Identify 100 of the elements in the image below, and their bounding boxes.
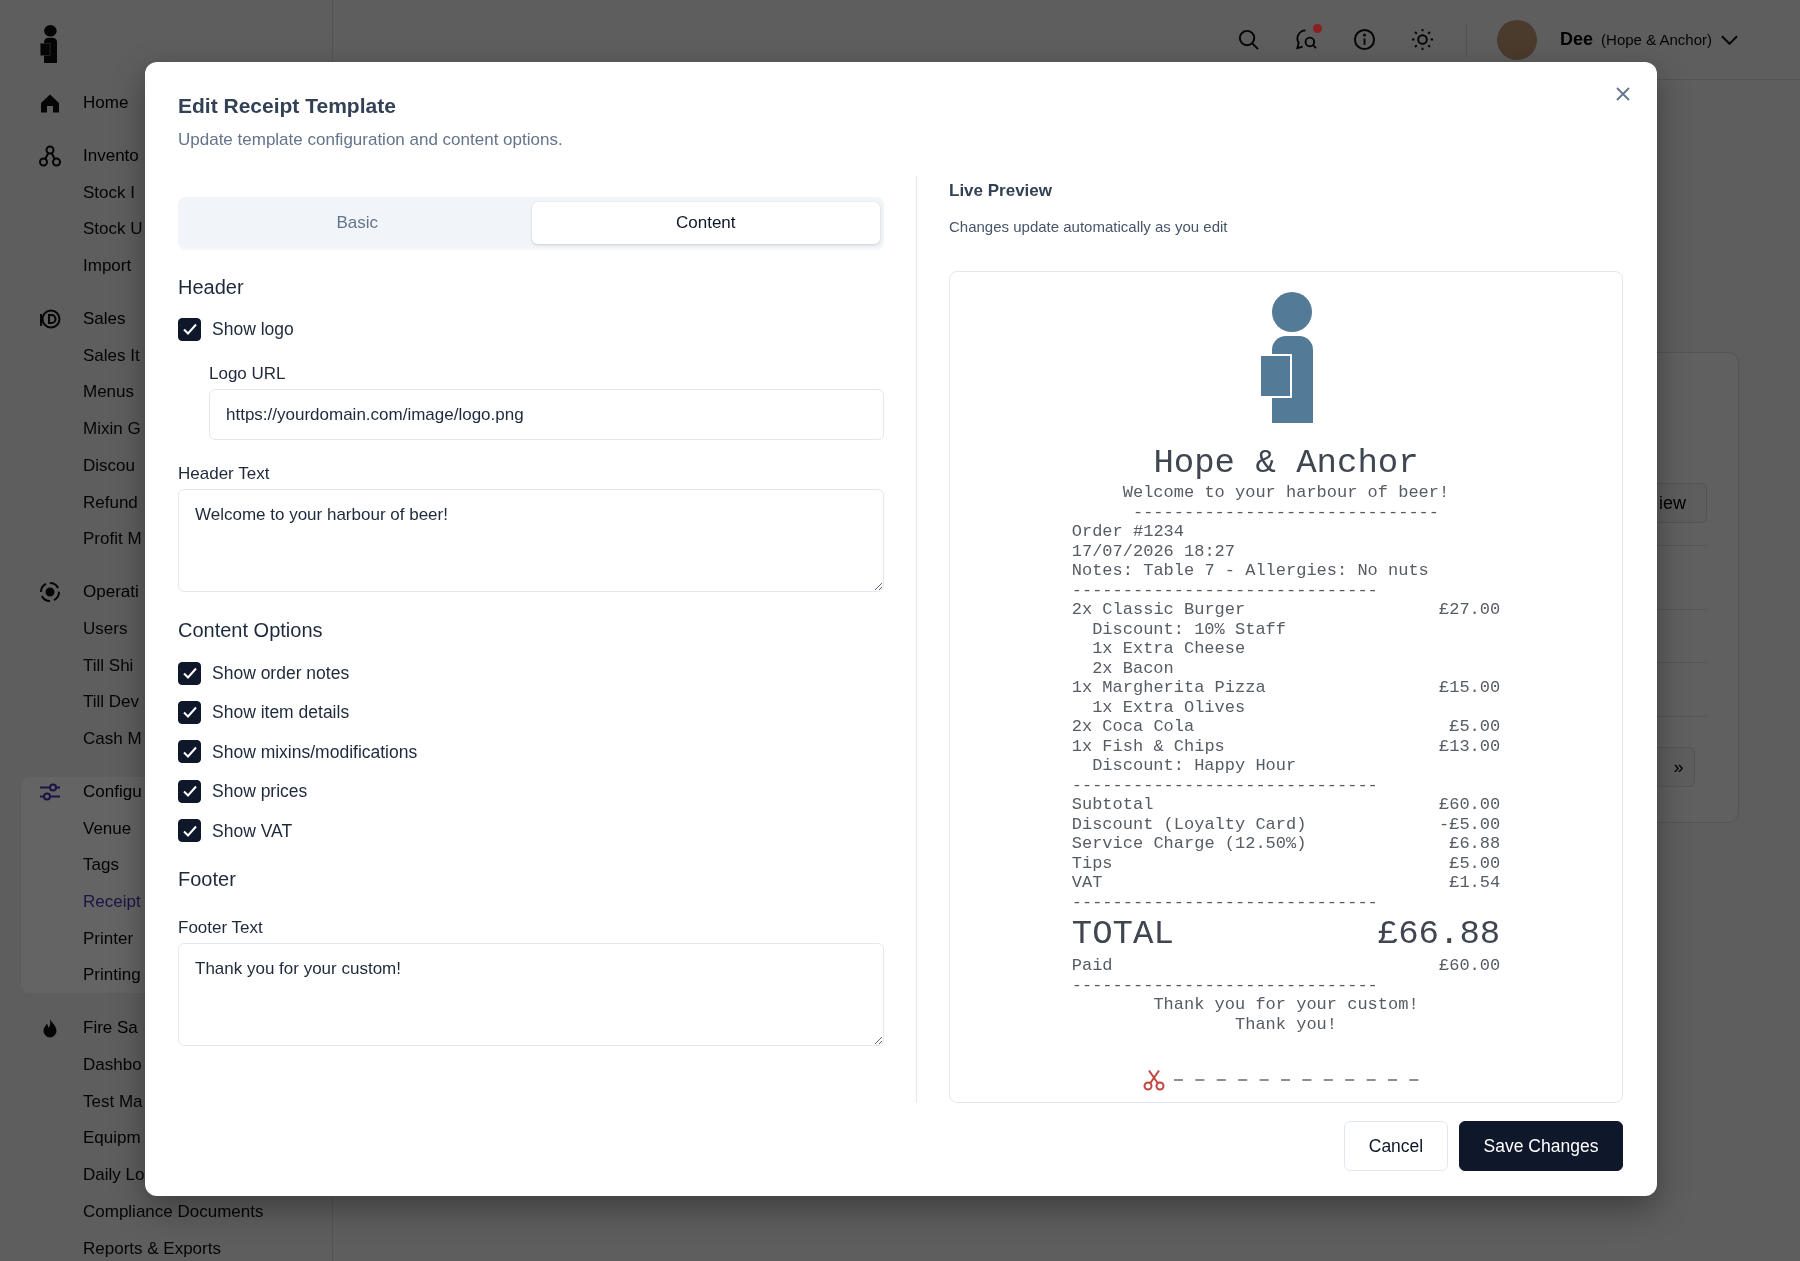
checkbox-label: Show VAT — [212, 819, 293, 843]
person-logo-icon — [1259, 292, 1313, 423]
nav-subitem[interactable]: Printing — [83, 964, 141, 987]
check-icon — [182, 323, 197, 335]
field-label: Logo URL — [209, 364, 286, 384]
receipt-line: Order #1234 — [1071, 522, 1184, 542]
checkbox-label: Show logo — [212, 318, 294, 341]
dialog-subtitle: Update template configuration and content options. — [178, 129, 563, 151]
text-field[interactable]: https://yourdomain.com/image/logo.png — [209, 389, 884, 440]
item-name: Discount (Loyalty Card) — [1071, 814, 1307, 834]
item-name: VAT — [1071, 873, 1103, 893]
receipt-subline: 1x Extra Olives — [1092, 697, 1246, 717]
check-icon — [182, 745, 197, 758]
receipt-tagline: Welcome to your harbour of beer! — [1122, 483, 1450, 503]
venue-name[interactable]: (Hope & Anchor) — [1601, 31, 1712, 48]
nav-item[interactable]: Invento — [39, 145, 139, 167]
section-heading: Footer — [178, 866, 236, 891]
nav-subitem[interactable]: Receipt — [83, 891, 141, 913]
sun-icon[interactable] — [1411, 28, 1435, 51]
nav-subitem[interactable]: Cash M — [83, 727, 142, 750]
nav-subitem[interactable]: Till Dev — [83, 691, 140, 714]
total-label: TOTAL — [1071, 914, 1174, 955]
tab[interactable]: Content — [531, 202, 880, 244]
search-icon[interactable] — [1237, 28, 1261, 51]
section-heading: Content Options — [178, 618, 323, 642]
user-name[interactable]: Dee — [1560, 29, 1594, 50]
nodes-icon — [39, 145, 61, 167]
item-price: -£5.00 — [1439, 814, 1501, 834]
item-name: Paid — [1071, 956, 1113, 976]
nav-subitem[interactable]: Tags — [83, 854, 119, 877]
nav-subitem[interactable]: Venue — [83, 817, 132, 840]
nav-subitem[interactable]: Users — [83, 617, 128, 640]
nav-subitem[interactable]: Test Ma — [83, 1090, 143, 1113]
scissors-icon — [1143, 1069, 1165, 1091]
nav-item[interactable]: Home — [39, 92, 129, 114]
nav-subitem[interactable]: Menus — [83, 381, 135, 404]
nav-subitem[interactable]: Profit M — [83, 528, 142, 551]
checkbox-label: Show prices — [212, 780, 308, 804]
item-name: 1x Fish & Chips — [1071, 736, 1225, 756]
nav-subitem[interactable]: Sales It — [83, 344, 140, 367]
textarea-field[interactable]: Welcome to your harbour of beer! — [178, 489, 884, 592]
item-price: £60.00 — [1439, 795, 1501, 815]
checkbox[interactable] — [178, 779, 201, 803]
field-label: Header Text — [178, 464, 270, 484]
receipt-subline: Discount: Happy Hour — [1092, 756, 1297, 776]
close-icon — [1616, 87, 1630, 101]
item-price: £5.00 — [1449, 717, 1501, 737]
textarea-field[interactable]: Thank you for your custom! — [178, 942, 884, 1046]
save-button[interactable]: Save Changes — [1459, 1121, 1623, 1171]
receipt-line: Notes: Table 7 - Allergies: No nuts — [1071, 561, 1429, 581]
item-price: £5.00 — [1449, 853, 1501, 873]
nav-subitem[interactable]: Dashbo — [83, 1054, 142, 1077]
nav-subitem[interactable]: Refund — [83, 491, 138, 514]
item-name: 1x Margherita Pizza — [1071, 678, 1266, 698]
info-icon[interactable] — [1353, 28, 1377, 51]
nav-item[interactable]: Operati — [39, 581, 139, 604]
tab[interactable]: Basic — [183, 202, 532, 244]
checkbox[interactable] — [178, 661, 201, 685]
item-price: £60.00 — [1439, 956, 1501, 976]
coin-icon — [39, 308, 61, 331]
nav-subitem[interactable]: Stock U — [83, 218, 143, 241]
chevron-down-icon[interactable] — [1721, 34, 1738, 45]
nav-subitem[interactable]: Import — [83, 255, 132, 278]
nav-subitem[interactable]: Reports & Exports — [83, 1237, 221, 1260]
nav-subitem[interactable]: Discou — [83, 454, 135, 477]
checkbox-label: Show mixins/modifications — [212, 740, 418, 764]
receipt-line: 17/07/2026 18:27 — [1071, 541, 1235, 561]
dashed-rule: ------------------------------ — [1071, 775, 1378, 795]
preview-hint: Changes update automatically as you edit — [949, 218, 1228, 236]
nav-item[interactable]: Sales — [39, 308, 126, 331]
nav-subitem[interactable]: Equipm — [83, 1127, 141, 1150]
view-button[interactable]: iew — [1657, 483, 1707, 523]
nav-subitem[interactable]: Till Shi — [83, 654, 134, 677]
receipt-subline: 1x Extra Cheese — [1092, 639, 1246, 659]
receipt-footer-line: Thank you for your custom! — [1153, 995, 1419, 1015]
checkbox[interactable] — [178, 819, 201, 843]
chat-search-icon[interactable] — [1295, 28, 1319, 51]
nav-item[interactable]: Fire Sa — [39, 1017, 138, 1040]
house-icon — [39, 92, 61, 114]
dashed-rule: ------------------------------ — [1132, 502, 1440, 522]
nav-subitem[interactable]: Printer — [83, 927, 134, 950]
cancel-button[interactable]: Cancel — [1344, 1121, 1448, 1171]
nav-item[interactable]: Configu — [39, 780, 142, 803]
checkbox[interactable] — [178, 317, 201, 341]
next-page-button[interactable]: » — [1657, 747, 1695, 787]
person-logo-icon[interactable] — [40, 25, 57, 63]
nav-subitem[interactable]: Mixin G — [83, 418, 141, 441]
section-title: Live Preview — [949, 181, 1052, 201]
check-icon — [182, 706, 197, 719]
nav-subitem[interactable]: Stock I — [83, 181, 135, 204]
nav-subitem[interactable]: Daily Lo — [83, 1164, 145, 1187]
check-icon — [182, 824, 197, 837]
receipt-footer-line: Thank you! — [1235, 1014, 1337, 1034]
check-icon — [182, 667, 197, 679]
nav-subitem[interactable]: Compliance Documents — [83, 1200, 264, 1223]
item-price: £6.88 — [1449, 834, 1501, 854]
checkbox[interactable] — [178, 740, 201, 764]
dashed-rule: ------------------------------ — [1071, 580, 1378, 600]
checkbox[interactable] — [178, 700, 201, 724]
checkbox-label: Show item details — [212, 701, 350, 725]
